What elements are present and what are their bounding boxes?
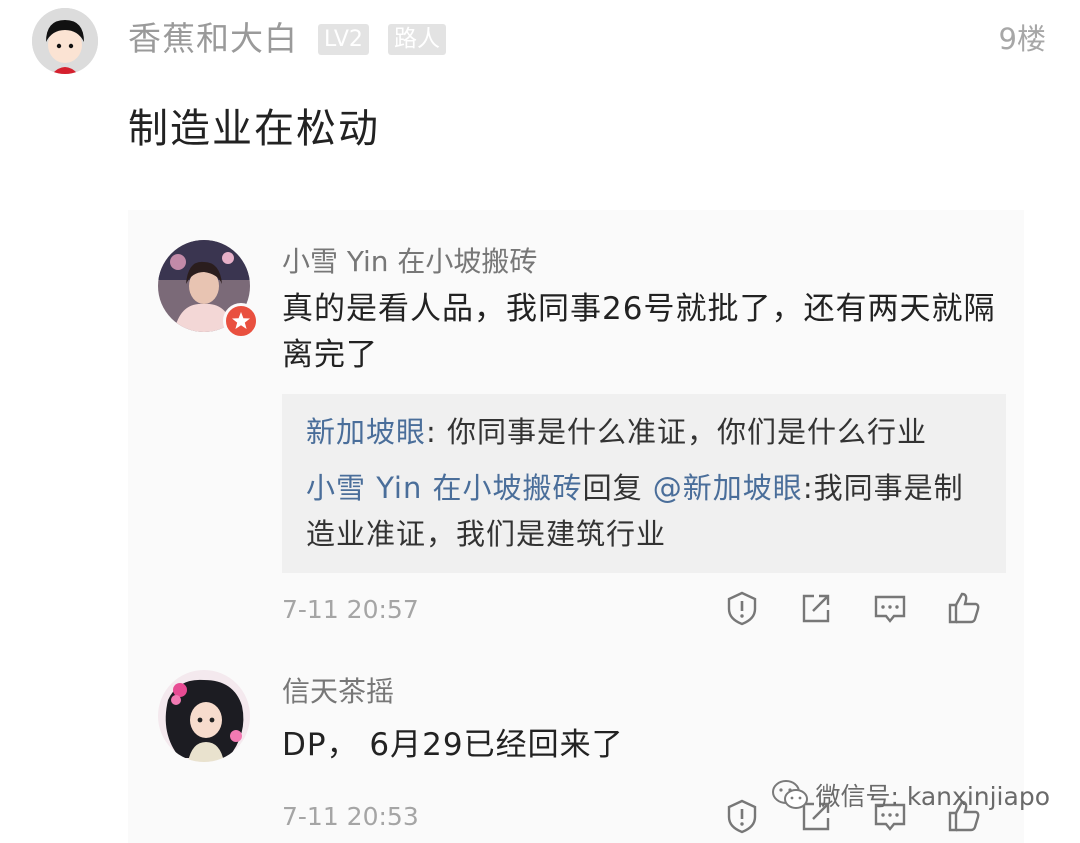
list-item: 小雪 Yin 在小坡搬砖 真的是看人品，我同事26号就批了，还有两天就隔离完了 … <box>128 210 1024 650</box>
avatar[interactable] <box>158 670 250 762</box>
comment-icon[interactable] <box>870 588 910 628</box>
reply-mention[interactable]: @新加坡眼 <box>653 471 803 505</box>
reply-text: : 你同事是什么准证，你们是什么行业 <box>426 415 928 449</box>
vip-badge-icon <box>223 303 259 339</box>
cartoon-avatar-icon <box>32 8 98 74</box>
comment-text: DP， 6月29已经回来了 <box>282 727 624 763</box>
nested-reply-continued: 造业准证，我们是建筑行业 <box>306 517 667 551</box>
reply-author[interactable]: 小雪 Yin 在小坡搬砖 <box>306 471 583 505</box>
report-icon[interactable] <box>722 588 762 628</box>
watermark: 微信号: kanxinjiapo <box>771 775 1050 815</box>
avatar[interactable] <box>32 8 98 74</box>
report-icon[interactable] <box>722 796 762 836</box>
comment-author[interactable]: 小雪 Yin 在小坡搬砖 <box>282 242 537 282</box>
post-header: 香蕉和大白 LV2 路人 9楼 <box>0 0 1080 84</box>
reply-text: :我同事是制 <box>802 471 964 505</box>
comment-actions <box>722 582 1002 634</box>
reply-author[interactable]: 新加坡眼 <box>306 415 426 449</box>
role-badge: 路人 <box>388 24 446 55</box>
nested-replies[interactable]: 新加坡眼: 你同事是什么准证，你们是什么行业 小雪 Yin 在小坡搬砖回复 @新… <box>282 394 1006 573</box>
comment-time: 7-11 20:53 <box>282 802 419 831</box>
post-body: 制造业在松动 <box>128 106 380 152</box>
thumbs-up-icon[interactable] <box>944 588 984 628</box>
floor-number: 9楼 <box>998 22 1046 56</box>
reply-list: 小雪 Yin 在小坡搬砖 真的是看人品，我同事26号就批了，还有两天就隔离完了 … <box>128 210 1024 843</box>
share-icon[interactable] <box>796 588 836 628</box>
comment-author[interactable]: 信天茶摇 <box>282 672 394 712</box>
reply-verb: 回复 <box>582 471 643 505</box>
nested-reply: 小雪 Yin 在小坡搬砖回复 @新加坡眼:我同事是制 <box>306 466 986 511</box>
comment-time: 7-11 20:57 <box>282 595 419 624</box>
list-item: 信天茶摇 DP， 6月29已经回来了 7-11 20:53 <box>128 662 1024 843</box>
watermark-text: 微信号: kanxinjiapo <box>815 782 1050 811</box>
username[interactable]: 香蕉和大白 <box>128 16 298 62</box>
wechat-icon <box>772 780 809 809</box>
nested-reply: 新加坡眼: 你同事是什么准证，你们是什么行业 <box>306 410 986 455</box>
level-badge: LV2 <box>318 24 369 55</box>
illustrated-avatar-icon <box>158 670 250 762</box>
comment-text: 真的是看人品，我同事26号就批了，还有两天就隔离完了 <box>282 291 996 373</box>
